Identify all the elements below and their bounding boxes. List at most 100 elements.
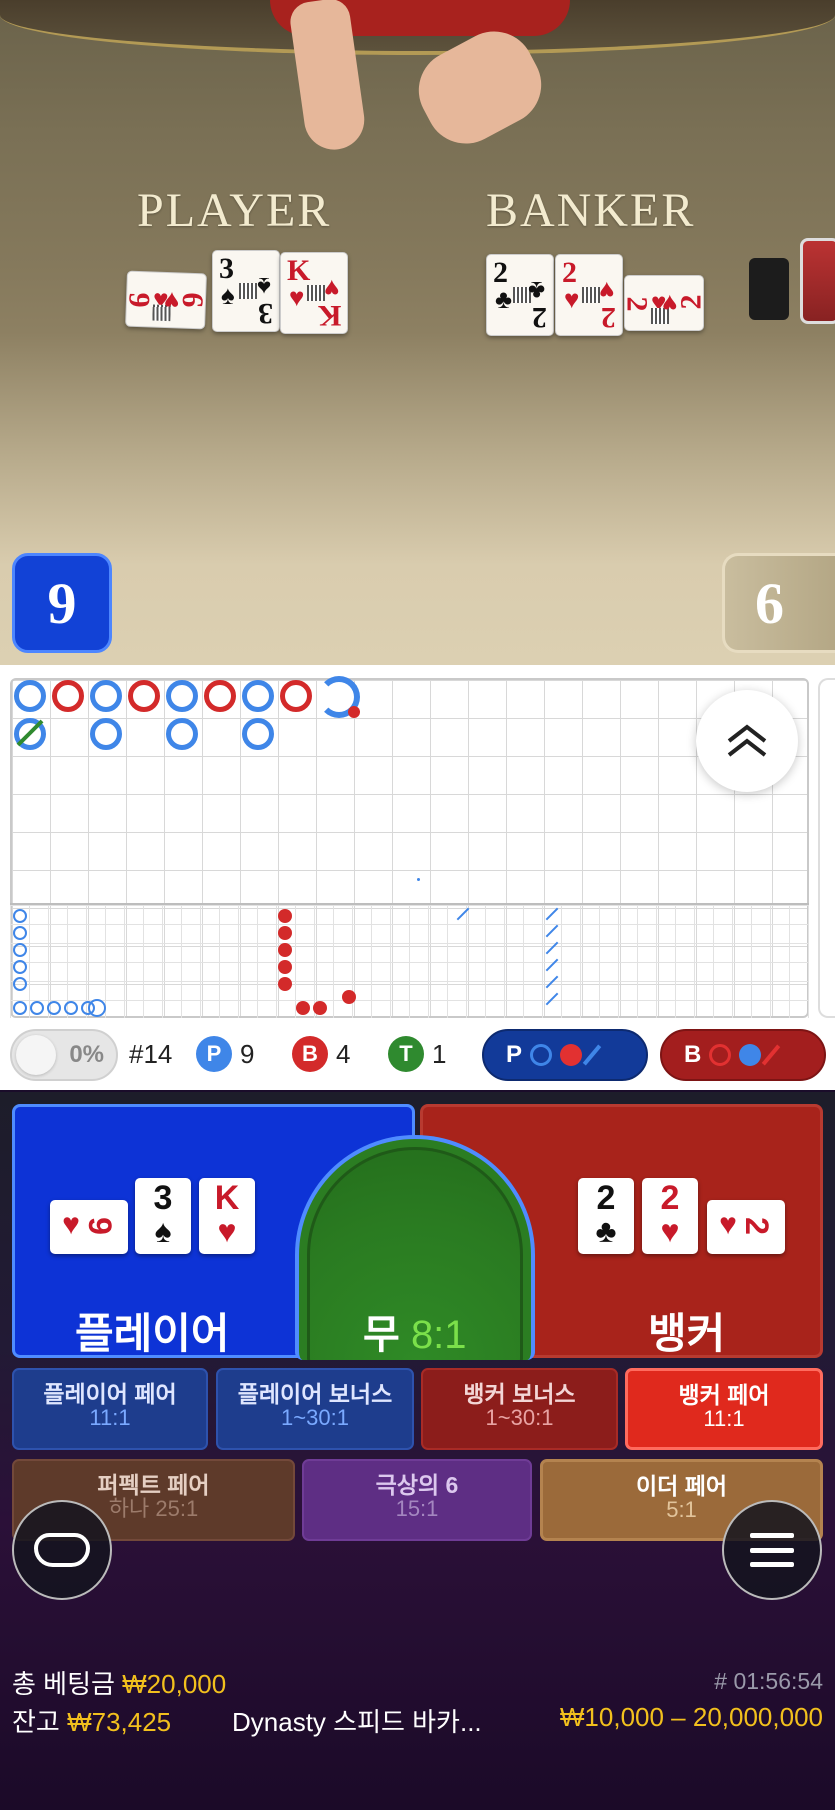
banker-bet-label: 뱅커 xyxy=(648,1310,726,1357)
side-bet-name: 이더 페어 xyxy=(635,1473,728,1499)
tie-count: 1 xyxy=(432,1039,447,1069)
card-shoe xyxy=(749,258,789,320)
double-chevron-up-icon xyxy=(727,724,767,757)
side-bet-name: 극상의 6 xyxy=(375,1472,459,1498)
player-bead xyxy=(166,680,198,712)
player-predict-label: P xyxy=(506,1041,523,1068)
small-road-grid xyxy=(10,905,809,1018)
player-bead xyxy=(90,680,122,712)
round-number: #14 xyxy=(129,1039,173,1069)
card-shoe xyxy=(800,238,835,324)
side-bet-name: 플레이어 페어 xyxy=(43,1381,177,1407)
total-bet-value: ₩20,000 xyxy=(122,1669,227,1699)
player-card: 9 ♥ xyxy=(50,1200,128,1254)
side-bet-odds: 1~30:1 xyxy=(485,1405,554,1430)
side-bet-name: 뱅커 페어 xyxy=(678,1382,770,1408)
small-road-dot xyxy=(278,909,292,923)
side-bet-name: 플레이어 보너스 xyxy=(237,1381,393,1407)
small-road-icon xyxy=(560,1044,583,1066)
small-road-bead xyxy=(88,999,106,1017)
cockroach-icon xyxy=(762,1044,781,1066)
small-road-dot xyxy=(313,1001,327,1015)
stats-percent-toggle[interactable]: 0% xyxy=(10,1029,118,1081)
side-bet-odds: 15:1 xyxy=(395,1496,439,1521)
table-limits[interactable]: ₩10,000 – 20,000,000 xyxy=(560,1702,823,1733)
video-card: 2 ♥ 2 ♥ xyxy=(555,254,623,336)
menu-icon xyxy=(750,1533,794,1567)
small-road-icon xyxy=(739,1044,762,1066)
expand-roadmap-button[interactable] xyxy=(696,690,798,792)
balance-label: 잔고 xyxy=(12,1707,60,1737)
tie-badge: T xyxy=(388,1036,424,1072)
side-bet-odds: 11:1 xyxy=(703,1406,745,1431)
video-card: 9 ♥ 9 ♥ xyxy=(122,270,210,330)
live-video: PLAYER BANKER 9 ♥ 9 ♥ 3 ♠ 3 ♠ K ♥ K ♥ 2 ♣ 2 ♣ 2 ♥… xyxy=(0,0,835,665)
small-road-bead xyxy=(13,943,27,957)
table-player-word: PLAYER xyxy=(137,184,332,237)
total-bet-label: 총 베팅금 xyxy=(12,1669,115,1699)
player-pair-bet[interactable]: 플레이어 페어 11:1 xyxy=(12,1368,208,1450)
small-road-dot xyxy=(278,977,292,991)
tie-label: 무 xyxy=(363,1313,400,1357)
banker-bead xyxy=(128,680,160,712)
player-bonus-bet[interactable]: 플레이어 보너스 1~30:1 xyxy=(216,1368,414,1450)
chat-icon xyxy=(34,1533,90,1567)
footer-info: 총 베팅금 ₩20,000 # 01:56:54 잔고 ₩73,425 Dyna… xyxy=(0,1658,835,1758)
small-road-bead xyxy=(30,1001,44,1015)
banker-bead xyxy=(280,680,312,712)
table-banker-word: BANKER xyxy=(486,184,696,237)
total-bet: 총 베팅금 ₩20,000 xyxy=(12,1664,226,1701)
small-road-bead xyxy=(13,977,27,991)
stats-percent: 0% xyxy=(69,1041,104,1068)
small-road-dot xyxy=(296,1001,310,1015)
banker-bead xyxy=(204,680,236,712)
small-road-bead xyxy=(13,909,27,923)
player-badge: P xyxy=(196,1036,232,1072)
stats-bar: 0% #14 P 9 B 4 T 1 P B xyxy=(0,1025,835,1085)
side-bet-odds: 1~30:1 xyxy=(281,1405,349,1430)
side-bet-name: 뱅커 보너스 xyxy=(463,1381,576,1407)
banker-bonus-bet[interactable]: 뱅커 보너스 1~30:1 xyxy=(421,1368,618,1450)
player-score: 9 xyxy=(12,553,112,653)
banker-pair-bet[interactable]: 뱅커 페어 11:1 xyxy=(625,1368,823,1450)
banker-dot xyxy=(348,706,360,718)
cockroach-icon xyxy=(582,1044,602,1066)
chat-button[interactable] xyxy=(12,1500,112,1600)
game-name: Dynasty 스피드 바카... xyxy=(232,1707,482,1737)
game-id: # 01:56:54 xyxy=(714,1668,823,1694)
tie-odds: 8:1 xyxy=(410,1313,467,1357)
player-bead xyxy=(14,680,46,712)
player-bead xyxy=(242,718,274,750)
player-card: K ♥ xyxy=(199,1178,255,1254)
player-bead xyxy=(90,718,122,750)
banker-score: 6 xyxy=(722,553,835,653)
small-road-bead xyxy=(13,960,27,974)
video-card: K ♥ K ♥ xyxy=(280,252,348,334)
video-card: 3 ♠ 3 ♠ xyxy=(212,250,280,332)
small-road-bead xyxy=(47,1001,61,1015)
tie-bet-label: 무 8:1 xyxy=(363,1302,467,1360)
side-bet-name: 퍼펙트 페어 xyxy=(97,1472,210,1498)
menu-button[interactable] xyxy=(722,1500,822,1600)
balance: 잔고 ₩73,425 xyxy=(12,1702,171,1739)
big-eye-icon xyxy=(709,1044,732,1066)
banker-card: 2 ♥ xyxy=(707,1200,785,1254)
player-bead xyxy=(242,680,274,712)
small-road-bead xyxy=(13,1001,27,1015)
game-screen: PLAYER BANKER 9 ♥ 9 ♥ 3 ♠ 3 ♠ K ♥ K ♥ 2 ♣ 2 ♣ 2 ♥… xyxy=(0,0,835,1810)
player-count: 9 xyxy=(240,1039,255,1069)
player-predict-button[interactable]: P xyxy=(482,1029,648,1081)
small-road-bead xyxy=(13,926,27,940)
banker-bead xyxy=(52,680,84,712)
video-card: 2 ♣ 2 ♣ xyxy=(486,254,554,336)
small-road-dot xyxy=(278,926,292,940)
banker-card: 2 ♥ xyxy=(642,1178,698,1254)
banker-predict-button[interactable]: B xyxy=(660,1029,826,1081)
banker-predict-label: B xyxy=(684,1041,702,1068)
banker-count: 4 xyxy=(336,1039,351,1069)
next-roadmap-edge[interactable] xyxy=(818,678,835,1018)
video-card: 2 ♥ 2 ♥ xyxy=(621,275,708,331)
balance-value: ₩73,425 xyxy=(67,1707,172,1737)
super-six-bet[interactable]: 극상의 6 15:1 xyxy=(302,1459,532,1541)
big-eye-icon xyxy=(530,1044,553,1066)
